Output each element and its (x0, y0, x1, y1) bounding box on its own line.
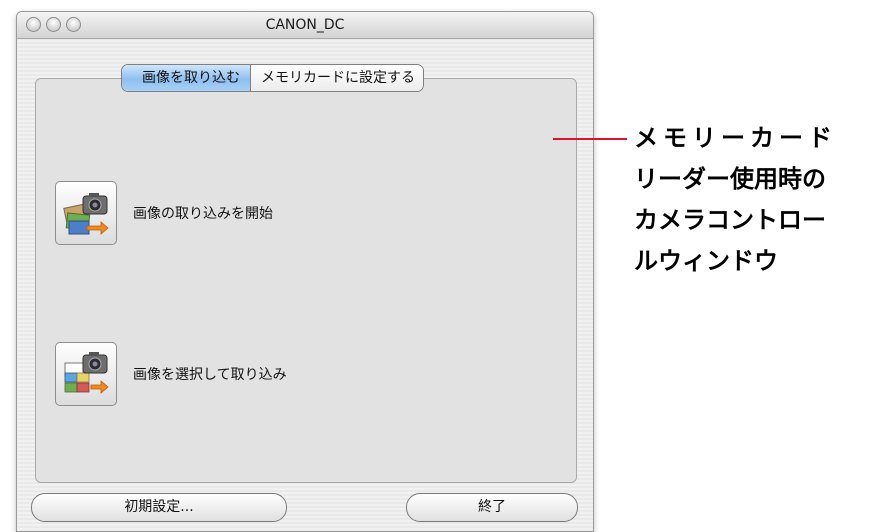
select-import-action: 画像を選択して取り込み (55, 342, 287, 406)
select-import-label: 画像を選択して取り込み (133, 367, 287, 383)
initial-settings-button[interactable]: 初期設定... (31, 493, 287, 522)
camera-control-window: CANON_DC 画像を取り込む メモリカードに設定する 画像の取り込みを開始 (16, 11, 594, 532)
tab-panel (35, 78, 577, 483)
callout-caption: メモリーカード リーダー使用時の カメラコントロー ルウィンドウ (634, 118, 837, 282)
camera-import-icon (63, 193, 109, 235)
start-import-action: 画像の取り込みを開始 (55, 181, 273, 245)
quit-button[interactable]: 終了 (406, 493, 578, 522)
start-import-button[interactable] (55, 181, 117, 245)
select-import-button[interactable] (55, 342, 117, 406)
callout-line-3: カメラコントロー (634, 206, 826, 234)
callout-line-4: ルウィンドウ (634, 247, 778, 275)
tab-bar: 画像を取り込む メモリカードに設定する (121, 64, 424, 92)
tab-memory-card-settings[interactable]: メモリカードに設定する (251, 65, 423, 91)
callout-leader-line (553, 138, 627, 140)
window-title: CANON_DC (265, 17, 345, 33)
start-import-label: 画像の取り込みを開始 (133, 206, 273, 222)
tab-import-images[interactable]: 画像を取り込む (122, 65, 251, 91)
callout-line-1: メモリーカード (634, 124, 837, 152)
camera-select-import-icon (64, 352, 109, 394)
title-bar[interactable]: CANON_DC (17, 12, 593, 39)
callout-line-2: リーダー使用時の (634, 165, 826, 193)
